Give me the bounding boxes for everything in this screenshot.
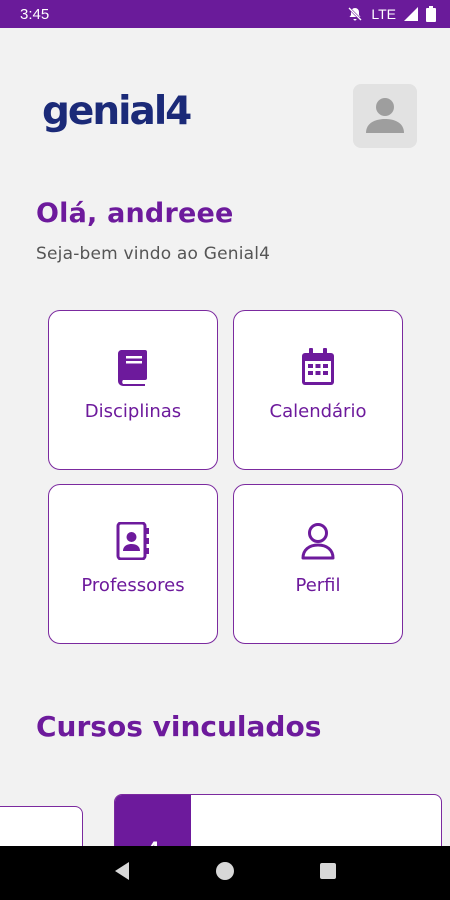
- status-time: 3:45: [20, 5, 50, 23]
- greeting-subtitle: Seja-bem vindo ao Genial4: [36, 244, 271, 264]
- recents-icon: [319, 862, 337, 885]
- menu-card-professores[interactable]: Professores: [48, 484, 218, 644]
- logo-text: genial4: [42, 89, 192, 134]
- mute-icon: [347, 6, 363, 22]
- greeting-title: Olá, andreee: [36, 198, 234, 229]
- recents-button[interactable]: [308, 853, 348, 893]
- person-icon: [300, 521, 336, 561]
- contacts-icon: [116, 521, 150, 561]
- menu-card-label: Calendário: [269, 401, 367, 422]
- battery-icon: [426, 6, 436, 22]
- back-icon: [113, 861, 131, 886]
- signal-icon: [404, 7, 418, 21]
- menu-card-disciplinas[interactable]: Disciplinas: [48, 310, 218, 470]
- menu-card-perfil[interactable]: Perfil: [233, 484, 403, 644]
- app-screen: genial4 Olá, andreee Seja-bem vindo ao G…: [0, 28, 450, 846]
- courses-section-title: Cursos vinculados: [36, 710, 322, 743]
- genial4-logo: genial4: [42, 89, 192, 134]
- network-label: LTE: [371, 6, 396, 22]
- course-card[interactable]: 4: [114, 794, 442, 846]
- calendar-icon: [301, 347, 335, 387]
- back-button[interactable]: [102, 853, 142, 893]
- book-icon: [117, 347, 149, 387]
- avatar-button[interactable]: [353, 84, 417, 148]
- course-card-accent: 4: [115, 795, 191, 846]
- menu-card-label: Perfil: [295, 575, 341, 596]
- menu-card-label: Disciplinas: [84, 401, 182, 422]
- home-button[interactable]: [205, 853, 245, 893]
- status-icons: LTE: [347, 6, 436, 22]
- home-icon: [215, 861, 235, 886]
- menu-card-label: Professores: [81, 575, 185, 596]
- system-nav-bar: [0, 846, 450, 900]
- menu-card-calendario[interactable]: Calendário: [233, 310, 403, 470]
- course-card[interactable]: [0, 806, 83, 846]
- user-avatar-icon: [362, 91, 408, 142]
- status-bar: 3:45 LTE: [0, 0, 450, 28]
